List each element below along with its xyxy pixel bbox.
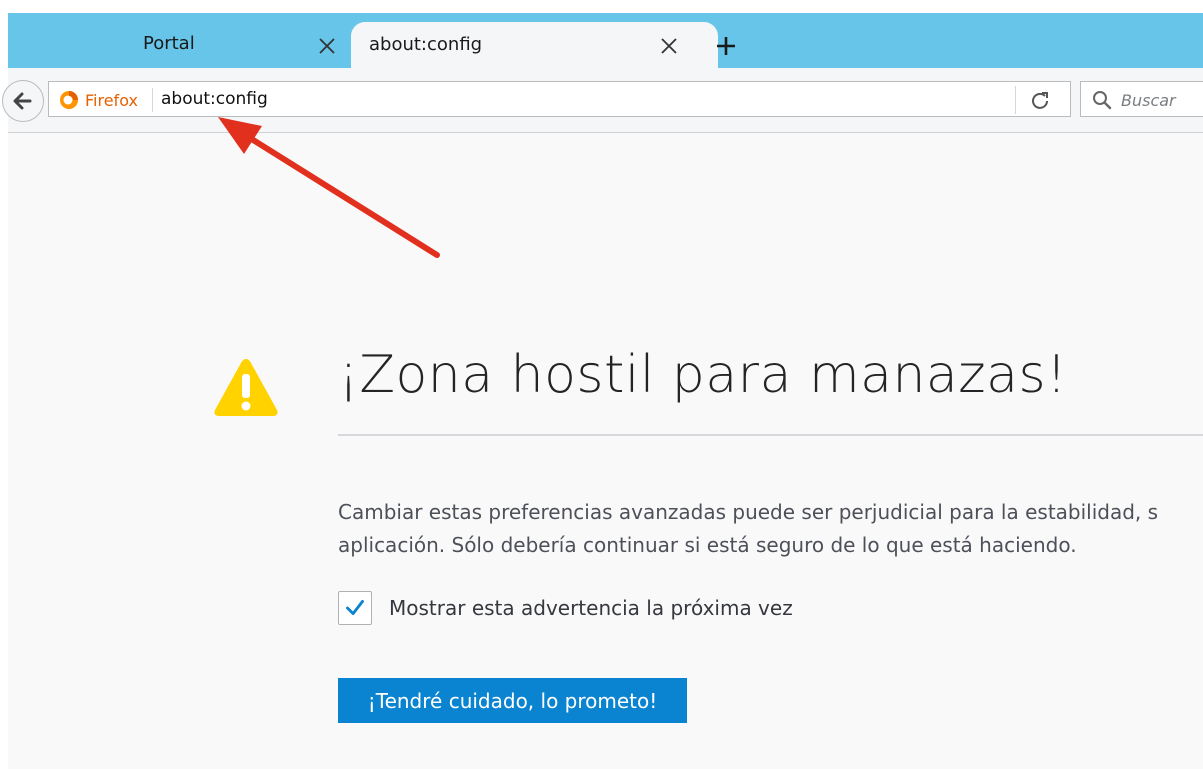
close-icon[interactable] (315, 34, 339, 58)
firefox-logo-icon (60, 91, 78, 109)
checkmark-icon (346, 600, 364, 616)
identity-label: Firefox (85, 90, 138, 110)
checkbox-label[interactable]: Mostrar esta advertencia la próxima vez (389, 596, 793, 620)
description-line: Cambiar estas preferencias avanzadas pue… (338, 500, 1159, 524)
navigation-bar: Firefox about:config Buscar (2, 68, 1203, 133)
search-icon (1093, 91, 1112, 110)
close-icon[interactable] (657, 34, 681, 58)
show-warning-checkbox[interactable] (338, 591, 372, 625)
show-warning-option: Mostrar esta advertencia la próxima vez (338, 590, 793, 626)
description-line: aplicación. Sólo debería continuar si es… (338, 533, 1077, 557)
page-content: ¡Zona hostil para manazas! Cambiar estas… (8, 133, 1203, 769)
accept-risk-button[interactable]: ¡Tendré cuidado, lo prometo! (338, 678, 687, 723)
tab-portal[interactable]: Portal (8, 13, 346, 68)
tab-strip: Portal about:config (8, 13, 1203, 68)
page-title: ¡Zona hostil para manazas! (338, 345, 1068, 405)
tab-label: Portal (143, 33, 195, 54)
back-arrow-icon (13, 92, 32, 110)
tab-about-config[interactable]: about:config (351, 22, 718, 68)
tab-label: about:config (369, 34, 483, 55)
warning-icon (214, 359, 278, 416)
search-bar[interactable]: Buscar (1080, 81, 1203, 117)
url-bar[interactable]: Firefox about:config (48, 81, 1071, 117)
title-divider (338, 434, 1203, 436)
identity-box[interactable]: Firefox (59, 89, 138, 111)
back-button[interactable] (2, 80, 44, 122)
search-placeholder: Buscar (1121, 91, 1176, 110)
reload-divider (1015, 86, 1016, 114)
url-divider (152, 88, 153, 112)
url-text[interactable]: about:config (161, 89, 268, 109)
reload-icon[interactable] (1029, 89, 1051, 111)
plus-icon[interactable] (713, 33, 739, 59)
warning-description: Cambiar estas preferencias avanzadas pue… (338, 496, 1203, 562)
